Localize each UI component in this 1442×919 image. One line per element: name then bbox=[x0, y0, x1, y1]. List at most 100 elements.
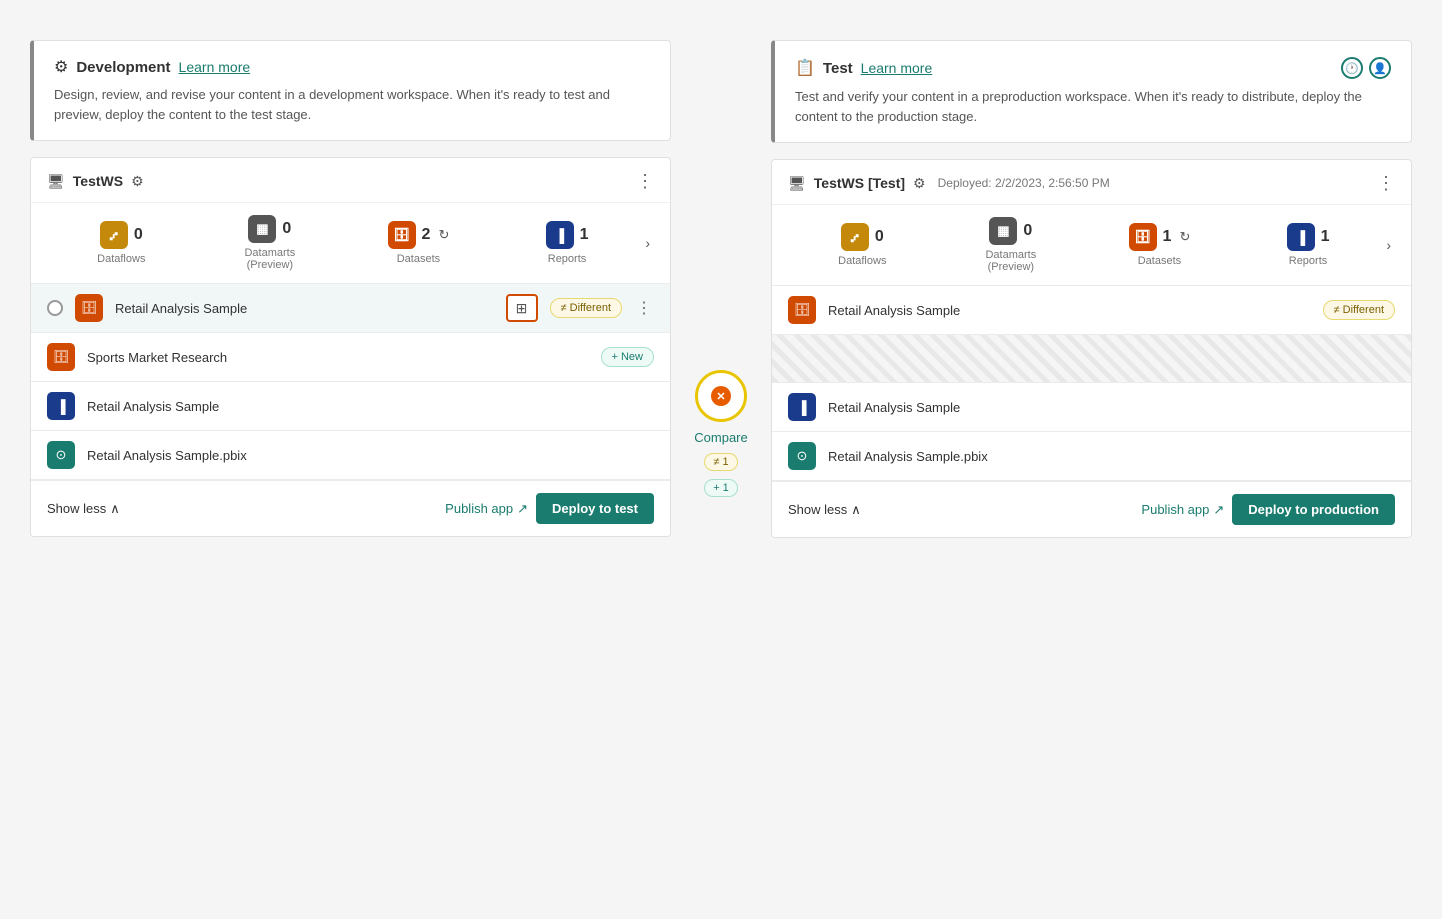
dev-stats-chevron-right[interactable]: › bbox=[641, 235, 654, 251]
test-datamarts-icon: ▦ bbox=[989, 217, 1017, 245]
test-workspace-menu[interactable]: ⋮ bbox=[1377, 174, 1395, 192]
compare-new-badge: + 1 bbox=[704, 479, 738, 497]
test-reports-icon: ▐ bbox=[1287, 223, 1315, 251]
test-icon: 📋 bbox=[795, 58, 815, 78]
test-items-section: 🗄 Retail Analysis Sample ≠ Different ▐ R… bbox=[772, 285, 1411, 481]
dev-stat-dataflows: ⑇ 0 Dataflows bbox=[47, 221, 196, 265]
test-dataflows-icon: ⑇ bbox=[841, 223, 869, 251]
compare-different-badge: ≠ 1 bbox=[704, 453, 737, 471]
dev-title: Development bbox=[76, 59, 170, 76]
dev-item-row-retail-pbix: ⊙ Retail Analysis Sample.pbix bbox=[31, 431, 670, 480]
dev-chevron-up-icon: ∧ bbox=[110, 501, 120, 517]
dev-card-footer: Show less ∧ Publish app ↗ Deploy to test bbox=[31, 480, 670, 536]
dev-info-card: ⚙ Development Learn more Design, review,… bbox=[30, 40, 671, 141]
compare-section: ✕ Compare ≠ 1 + 1 bbox=[671, 40, 771, 497]
test-publish-label: Publish app bbox=[1141, 502, 1209, 517]
compare-label[interactable]: Compare bbox=[694, 430, 747, 445]
test-learn-more-link[interactable]: Learn more bbox=[861, 60, 933, 76]
test-item-name-retail-pbix: Retail Analysis Sample.pbix bbox=[828, 449, 1395, 464]
dev-items-section: 🗄 Retail Analysis Sample ⊞ ≠ Different ⋮… bbox=[31, 283, 670, 480]
dev-item-row-retail-dataset: 🗄 Retail Analysis Sample ⊞ ≠ Different ⋮ bbox=[31, 284, 670, 333]
test-card-footer: Show less ∧ Publish app ↗ Deploy to prod… bbox=[772, 481, 1411, 537]
dev-reports-label: Reports bbox=[548, 253, 587, 265]
dev-compare-icon-btn[interactable]: ⊞ bbox=[506, 294, 538, 322]
dev-publish-app-button[interactable]: Publish app ↗ bbox=[445, 501, 528, 517]
dev-deploy-button[interactable]: Deploy to test bbox=[536, 493, 654, 524]
dev-show-less-button[interactable]: Show less ∧ bbox=[47, 501, 120, 517]
dev-item-name-sports: Sports Market Research bbox=[87, 350, 589, 365]
test-deploy-button[interactable]: Deploy to production bbox=[1232, 494, 1395, 525]
dev-reports-icon: ▐ bbox=[546, 221, 574, 249]
test-person-icon[interactable]: 👤 bbox=[1369, 57, 1391, 79]
test-stage: 📋 Test Learn more 🕐 👤 Test and verify yo… bbox=[771, 40, 1412, 538]
test-history-icon[interactable]: 🕐 bbox=[1341, 57, 1363, 79]
dev-external-link-icon: ↗ bbox=[517, 501, 528, 517]
test-stats-row: ⑇ 0 Dataflows ▦ 0 Datamarts(Preview) 🗄 bbox=[772, 205, 1411, 285]
dev-datasets-icon: 🗄 bbox=[388, 221, 416, 249]
test-datamarts-label: Datamarts(Preview) bbox=[985, 249, 1036, 273]
test-stat-datamarts: ▦ 0 Datamarts(Preview) bbox=[937, 217, 1086, 273]
dev-datamarts-label: Datamarts(Preview) bbox=[244, 247, 295, 271]
test-title: Test bbox=[823, 60, 853, 77]
test-workspace-icon: 🖥 bbox=[788, 175, 806, 192]
dev-datamarts-icon: ▦ bbox=[248, 215, 276, 243]
dev-ws-settings-icon[interactable]: ⚙ bbox=[131, 173, 144, 190]
test-item-name-retail-report: Retail Analysis Sample bbox=[828, 400, 1395, 415]
dev-workspace-menu[interactable]: ⋮ bbox=[636, 172, 654, 190]
dev-item-row-sports: 🗄 Sports Market Research + New bbox=[31, 333, 670, 382]
test-info-card: 📋 Test Learn more 🕐 👤 Test and verify yo… bbox=[771, 40, 1412, 143]
test-item-row-retail-dataset: 🗄 Retail Analysis Sample ≠ Different bbox=[772, 286, 1411, 335]
compare-x-icon: ✕ bbox=[711, 386, 731, 406]
dev-datamarts-count: 0 bbox=[282, 220, 291, 238]
test-workspace-card: 🖥 TestWS [Test] ⚙ Deployed: 2/2/2023, 2:… bbox=[771, 159, 1412, 538]
dev-item-badge-different: ≠ Different bbox=[550, 298, 622, 318]
test-chevron-up-icon: ∧ bbox=[851, 502, 861, 518]
workspace-icon: 🖥 bbox=[47, 173, 65, 190]
dev-dataflows-count: 0 bbox=[134, 226, 143, 244]
dev-item-dataset-icon-retail: 🗄 bbox=[75, 294, 103, 322]
compare-circle[interactable]: ✕ bbox=[695, 370, 747, 422]
dev-stats-row: ⑇ 0 Dataflows ▦ 0 Datamarts(Preview) 🗄 bbox=[31, 203, 670, 283]
test-item-row-hatched bbox=[772, 335, 1411, 383]
dev-stat-datamarts: ▦ 0 Datamarts(Preview) bbox=[196, 215, 345, 271]
test-stats-chevron-right[interactable]: › bbox=[1382, 237, 1395, 253]
dev-datasets-refresh-icon[interactable]: ↻ bbox=[438, 227, 449, 243]
dev-item-badge-new: + New bbox=[601, 347, 655, 367]
dev-datasets-count: 2 bbox=[422, 226, 431, 244]
test-datamarts-count: 0 bbox=[1023, 222, 1032, 240]
test-datasets-refresh-icon[interactable]: ↻ bbox=[1179, 229, 1190, 245]
test-stat-reports: ▐ 1 Reports bbox=[1234, 223, 1383, 267]
test-publish-app-button[interactable]: Publish app ↗ bbox=[1141, 502, 1224, 518]
test-ws-settings-icon[interactable]: ⚙ bbox=[913, 175, 926, 192]
test-item-report-icon-retail: ▐ bbox=[788, 393, 816, 421]
dev-learn-more-link[interactable]: Learn more bbox=[179, 59, 251, 75]
test-show-less-button[interactable]: Show less ∧ bbox=[788, 502, 861, 518]
dev-item-radio-retail[interactable] bbox=[47, 300, 63, 316]
test-reports-label: Reports bbox=[1289, 255, 1328, 267]
test-dataflows-label: Dataflows bbox=[838, 255, 886, 267]
test-description: Test and verify your content in a prepro… bbox=[795, 87, 1391, 126]
test-item-pbix-icon-retail: ⊙ bbox=[788, 442, 816, 470]
test-item-row-retail-pbix: ⊙ Retail Analysis Sample.pbix bbox=[772, 432, 1411, 481]
dev-description: Design, review, and revise your content … bbox=[54, 85, 650, 124]
dev-dataflows-label: Dataflows bbox=[97, 253, 145, 265]
test-item-badge-different: ≠ Different bbox=[1323, 300, 1395, 320]
test-reports-count: 1 bbox=[1321, 228, 1330, 246]
dev-item-menu-retail-dataset[interactable]: ⋮ bbox=[634, 298, 654, 318]
test-datasets-icon: 🗄 bbox=[1129, 223, 1157, 251]
dev-item-name-retail-dataset: Retail Analysis Sample bbox=[115, 301, 494, 316]
dev-item-report-icon-retail: ▐ bbox=[47, 392, 75, 420]
test-deployed-label: Deployed: 2/2/2023, 2:56:50 PM bbox=[938, 176, 1110, 190]
dev-item-row-retail-report: ▐ Retail Analysis Sample bbox=[31, 382, 670, 431]
development-stage: ⚙ Development Learn more Design, review,… bbox=[30, 40, 671, 537]
test-show-less-label: Show less bbox=[788, 502, 847, 517]
test-stat-dataflows: ⑇ 0 Dataflows bbox=[788, 223, 937, 267]
dev-workspace-card: 🖥 TestWS ⚙ ⋮ ⑇ 0 Dataflows ▦ 0 bbox=[30, 157, 671, 537]
test-workspace-name: TestWS [Test] bbox=[814, 175, 905, 191]
dev-show-less-label: Show less bbox=[47, 501, 106, 516]
dev-workspace-name: TestWS bbox=[73, 173, 123, 189]
test-dataflows-count: 0 bbox=[875, 228, 884, 246]
test-datasets-count: 1 bbox=[1163, 228, 1172, 246]
test-item-name-retail-dataset: Retail Analysis Sample bbox=[828, 303, 1311, 318]
dev-workspace-header: 🖥 TestWS ⚙ ⋮ bbox=[31, 158, 670, 203]
